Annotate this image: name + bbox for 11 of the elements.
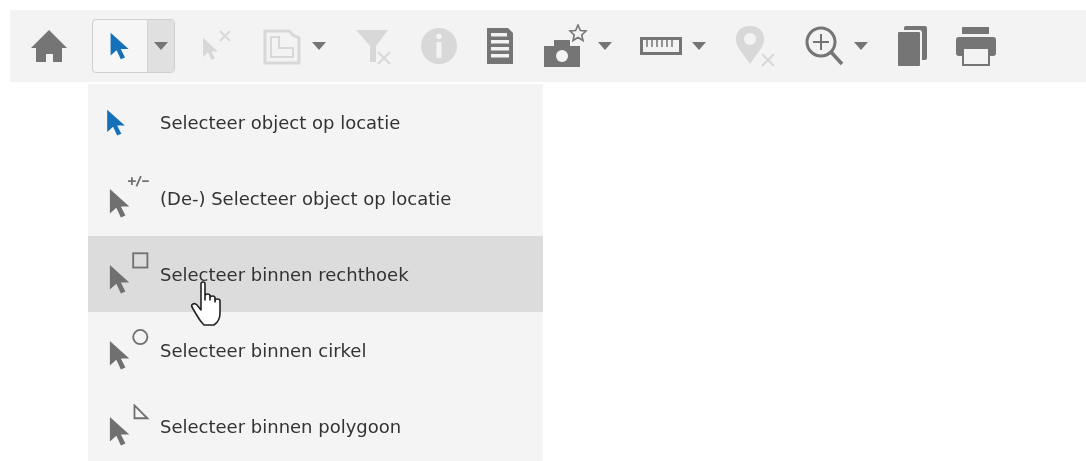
caret-icon [854,42,868,50]
menu-item[interactable]: Selecteer object op locatie [88,84,543,160]
menu-item[interactable]: Selecteer binnen cirkel [88,312,543,388]
menu-item[interactable]: Selecteer binnen polygoon [88,388,543,461]
caret-icon [154,42,168,50]
menu-item[interactable]: (De-) Selecteer object op locatie [88,160,543,236]
select-tool-button[interactable] [92,19,175,73]
caret-icon [692,42,706,50]
menu-item[interactable]: Selecteer binnen rechthoek [88,236,543,312]
caret-icon [598,42,612,50]
caret-icon [312,42,326,50]
